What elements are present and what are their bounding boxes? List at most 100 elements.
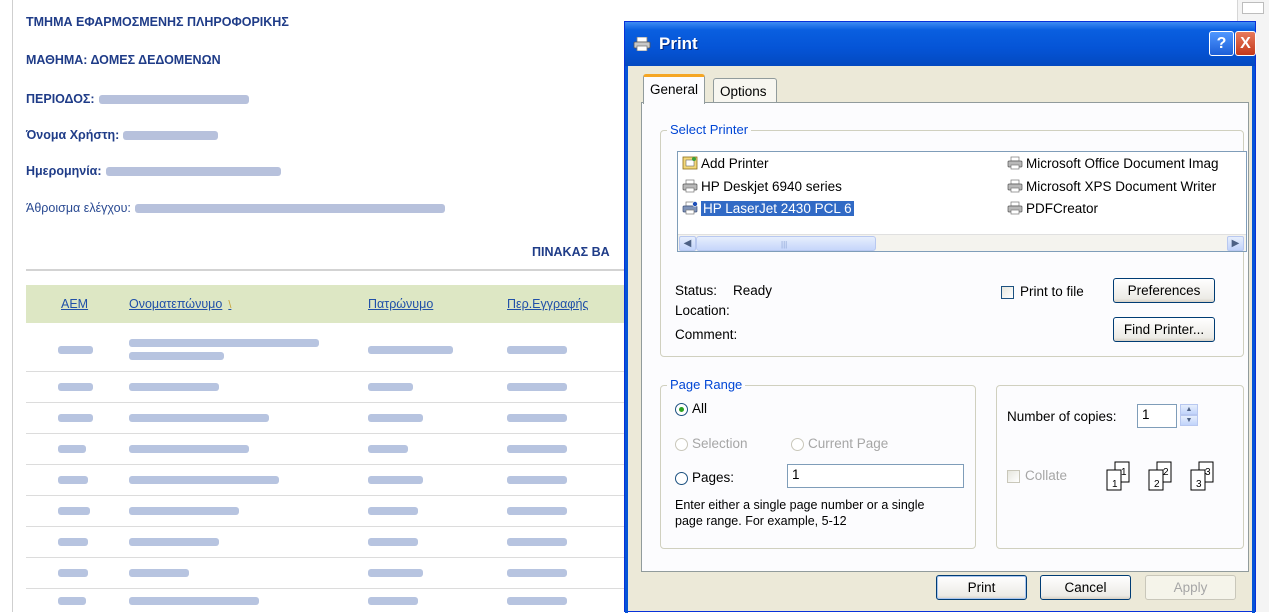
close-button[interactable]: X: [1235, 31, 1256, 56]
tab-general[interactable]: General: [643, 74, 706, 104]
copies-spinner[interactable]: ▲ ▼: [1180, 404, 1198, 427]
printer-icon: [1007, 201, 1023, 215]
printer-item-hp-laserjet[interactable]: HP LaserJet 2430 PCL 6: [682, 200, 854, 218]
course-line: ΜΑΘΗΜΑ: ΔΟΜΕΣ ΔΕΔΟΜΕΝΩΝ: [26, 53, 221, 67]
printer-title-icon: [633, 37, 651, 51]
page-range-hint-line2: page range. For example, 5-12: [675, 514, 847, 528]
department-line: ΤΜΗΜΑ ΕΦΑΡΜΟΣΜΕΝΗΣ ΠΛΗΡΟΦΟΡΙΚΗΣ: [26, 15, 289, 29]
svg-text:2: 2: [1154, 479, 1160, 490]
blurred-cell: [368, 345, 453, 354]
all-label[interactable]: All: [692, 401, 707, 416]
spin-down-icon[interactable]: ▼: [1180, 415, 1198, 426]
table-row: [26, 328, 626, 372]
print-dialog: Print ? X General Options Select Printer…: [624, 21, 1256, 613]
preferences-button[interactable]: Preferences: [1113, 278, 1215, 303]
svg-text:3: 3: [1196, 479, 1202, 490]
blurred-cell: [129, 338, 319, 347]
scrollbar-box[interactable]: [1242, 2, 1264, 14]
page-left-border: [12, 0, 13, 612]
svg-text:1: 1: [1112, 479, 1118, 490]
username-line: Όνομα Χρήστη:: [26, 128, 219, 142]
table-row: [26, 465, 626, 496]
selection-label: Selection: [692, 436, 748, 451]
printer-list[interactable]: Add Printer HP Deskjet 6940 series HP La…: [677, 151, 1247, 252]
scroll-left-icon[interactable]: ◀: [679, 236, 696, 251]
tab-options[interactable]: Options: [713, 78, 777, 104]
col-fathername[interactable]: Πατρώνυμο: [368, 297, 433, 311]
table-row: [26, 372, 626, 403]
table-row: [26, 558, 626, 589]
scroll-right-icon[interactable]: ▶: [1227, 236, 1244, 251]
general-tab-panel: Select Printer Add Printer HP Deskjet 69…: [641, 102, 1249, 572]
pages-radio[interactable]: [675, 472, 688, 485]
table-row: [26, 434, 626, 465]
col-registration[interactable]: Περ.Εγγραφής: [507, 297, 588, 311]
find-printer-button[interactable]: Find Printer...: [1113, 317, 1215, 342]
select-printer-legend: Select Printer: [667, 122, 752, 137]
printer-item-hp-deskjet[interactable]: HP Deskjet 6940 series: [682, 178, 842, 196]
pages-label[interactable]: Pages:: [692, 470, 734, 485]
apply-button[interactable]: Apply: [1145, 575, 1236, 600]
table-row: [26, 403, 626, 434]
table-row: [26, 496, 626, 527]
spin-up-icon[interactable]: ▲: [1180, 404, 1198, 415]
location-label: Location:: [675, 303, 730, 318]
copies-label: Number of copies:: [1007, 409, 1117, 424]
blurred-cell: [129, 352, 224, 361]
printer-item-ms-office-doc-imaging[interactable]: Microsoft Office Document Imag: [1007, 155, 1219, 173]
printer-item-add-printer[interactable]: Add Printer: [682, 155, 769, 173]
default-printer-icon: [682, 201, 698, 215]
dialog-border-right: [1252, 66, 1255, 613]
page-title: ΠΙΝΑΚΑΣ ΒΑ: [532, 245, 610, 259]
printer-item-ms-xps-writer[interactable]: Microsoft XPS Document Writer: [1007, 178, 1216, 196]
blurred-cell: [58, 345, 93, 354]
sort-arrow-icon: \: [228, 299, 232, 311]
help-button[interactable]: ?: [1209, 31, 1234, 56]
table-row: [26, 527, 626, 558]
selection-radio[interactable]: [675, 438, 688, 451]
dialog-border-left: [625, 66, 628, 613]
col-aem[interactable]: ΑΕΜ: [61, 297, 88, 311]
redacted-value: [134, 204, 445, 214]
printer-icon: [682, 179, 698, 193]
current-page-radio[interactable]: [791, 438, 804, 451]
print-button[interactable]: Print: [936, 575, 1027, 600]
comment-label: Comment:: [675, 327, 738, 342]
col-fullname[interactable]: Ονοματεπώνυμο \: [129, 297, 231, 311]
printer-item-pdfcreator[interactable]: PDFCreator: [1007, 200, 1098, 218]
print-to-file-checkbox[interactable]: [1001, 286, 1014, 299]
collate-label: Collate: [1025, 468, 1068, 483]
all-radio[interactable]: [675, 403, 688, 416]
divider: [26, 269, 626, 271]
add-printer-icon: [682, 156, 698, 170]
redacted-value: [123, 131, 219, 141]
period-line: ΠΕΡΙΟΔΟΣ:: [26, 92, 249, 106]
print-to-file-label[interactable]: Print to file: [1020, 284, 1084, 299]
dialog-title: Print: [659, 34, 698, 53]
date-line: Ημερομηνία:: [26, 164, 281, 178]
pages-input[interactable]: 1: [787, 464, 964, 488]
table-header: ΑΕΜ Ονοματεπώνυμο \ Πατρώνυμο Περ.Εγγραφή…: [26, 285, 626, 323]
checksum-line: Άθροισμα ελέγχου:: [26, 201, 445, 215]
redacted-value: [98, 95, 249, 105]
svg-text:3: 3: [1205, 467, 1211, 478]
copies-group: Number of copies: 1 ▲ ▼ Collate 1 1 2 2 …: [996, 385, 1244, 549]
collate-pages-icon: 1 1 2 2 3 3: [1106, 461, 1214, 491]
printer-icon: [1007, 156, 1023, 170]
dialog-titlebar[interactable]: Print ? X: [625, 22, 1256, 66]
scroll-thumb[interactable]: |||: [696, 236, 876, 251]
svg-text:1: 1: [1121, 467, 1127, 478]
redacted-value: [105, 167, 281, 177]
collate-checkbox[interactable]: [1007, 470, 1020, 483]
cancel-button[interactable]: Cancel: [1040, 575, 1131, 600]
printer-list-hscrollbar[interactable]: ◀ ||| ▶: [678, 234, 1246, 251]
blurred-cell: [507, 345, 567, 354]
page-range-hint-line1: Enter either a single page number or a s…: [675, 498, 925, 512]
status-label: Status:: [675, 283, 718, 298]
page-range-legend: Page Range: [667, 377, 746, 392]
copies-input[interactable]: 1: [1137, 404, 1177, 428]
page-range-group: Page Range All Selection Current Page Pa…: [660, 377, 976, 549]
select-printer-group: Select Printer Add Printer HP Deskjet 69…: [660, 122, 1247, 357]
current-page-label: Current Page: [808, 436, 889, 451]
status-value: Ready: [733, 283, 773, 298]
